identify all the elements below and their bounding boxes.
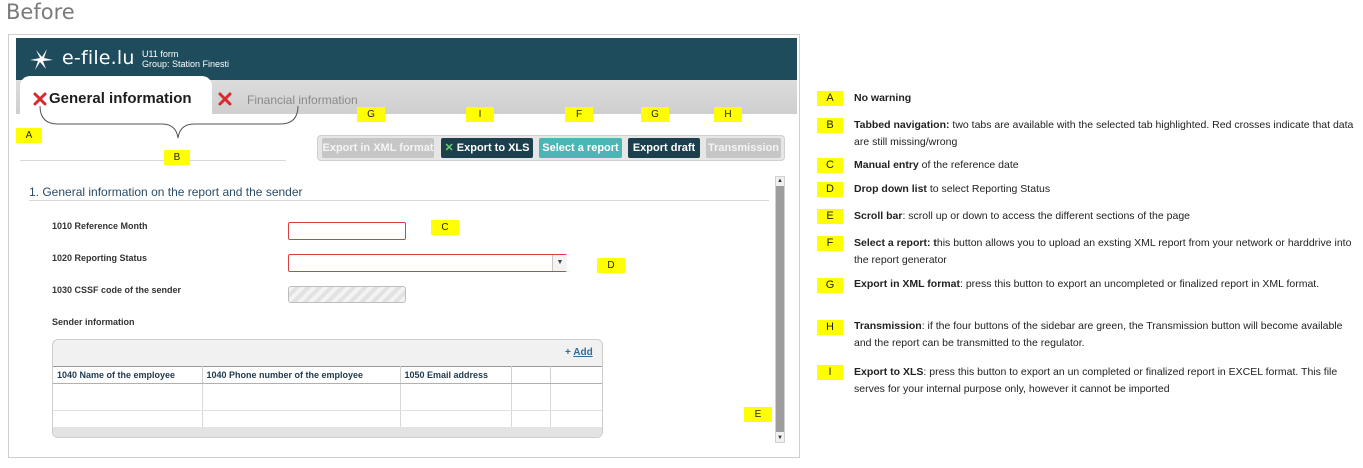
marker-a: A	[16, 128, 42, 143]
marker-d: D	[597, 258, 625, 273]
form-info: U11 form Group: Station Finesti	[142, 49, 229, 69]
column-header	[550, 366, 602, 384]
add-button[interactable]: + Add	[565, 347, 593, 358]
marker-g: G	[357, 107, 385, 122]
marker-i: I	[466, 107, 494, 122]
table-header-row: 1040 Name of the employee 1040 Phone num…	[53, 366, 602, 384]
content-divider	[20, 160, 286, 161]
logo-text: e-file.lu	[62, 47, 135, 69]
legend-item: Select a report: this button allows you …	[854, 237, 1352, 266]
column-header: 1040 Name of the employee	[53, 366, 203, 384]
reporting-status-label: 1020 Reporting Status	[52, 253, 148, 263]
legend-key: B	[817, 118, 843, 133]
group-name: Group: Station Finesti	[142, 59, 230, 69]
legend-item: No warning	[854, 92, 912, 104]
export-draft-button[interactable]: Export draft	[628, 138, 700, 158]
column-header: 1040 Phone number of the employee	[202, 366, 401, 384]
sender-information-label: Sender information	[52, 317, 135, 327]
legend-key: H	[817, 320, 843, 335]
chevron-down-icon[interactable]: ▼	[776, 434, 784, 442]
legend-key: F	[817, 236, 843, 251]
legend-item: Drop down list to select Reporting Statu…	[854, 183, 1051, 195]
legend-key: D	[817, 182, 843, 197]
legend-key: G	[817, 278, 843, 293]
table-row[interactable]	[53, 383, 602, 411]
cssf-code-label: 1030 CSSF code of the sender	[52, 285, 182, 295]
add-label: Add	[573, 347, 593, 358]
legend-item: Scroll bar: scroll up or down to access …	[854, 210, 1190, 222]
logo-icon	[30, 49, 53, 70]
cssf-code-field	[288, 286, 406, 303]
marker-g: G	[641, 107, 669, 122]
legend-item: Manual entry of the reference date	[854, 159, 1019, 171]
excel-icon: ✕	[444, 142, 454, 154]
reference-month-input[interactable]	[288, 222, 406, 240]
tabs-brace-annotation	[39, 105, 299, 139]
column-header	[511, 366, 551, 384]
employee-table: 1040 Name of the employee 1040 Phone num…	[53, 366, 602, 428]
marker-c: C	[431, 220, 459, 235]
select-report-button[interactable]: Select a report	[539, 138, 622, 158]
transmission-button[interactable]: Transmission	[706, 138, 781, 158]
marker-e: E	[744, 407, 772, 422]
section-title: 1. General information on the report and…	[29, 185, 303, 199]
column-header: 1050 Email address	[400, 366, 512, 384]
export-xls-label: Export to XLS	[456, 142, 530, 154]
plus-icon: +	[565, 347, 571, 358]
legend-item: Export in XML format: press this button …	[854, 278, 1320, 290]
legend-key: E	[817, 209, 843, 224]
export-xls-button[interactable]: ✕ Export to XLS	[441, 138, 533, 158]
scrollbar-thumb[interactable]	[776, 186, 784, 432]
legend-item: Tabbed navigation: two tabs are availabl…	[854, 119, 1354, 148]
marker-f: F	[565, 107, 593, 122]
page-heading: Before	[6, 0, 75, 24]
reporting-status-select[interactable]	[288, 254, 567, 272]
chevron-up-icon[interactable]: ▲	[776, 177, 784, 185]
legend-item: Export to XLS: press this button to expo…	[854, 366, 1338, 395]
form-name: U11 form	[142, 49, 179, 59]
legend-key: C	[817, 158, 843, 173]
marker-h: H	[714, 107, 742, 122]
legend-key: A	[817, 91, 843, 106]
section-divider	[29, 200, 769, 201]
panel-footer	[53, 427, 602, 437]
chevron-down-icon[interactable]: ▼	[552, 255, 567, 271]
legend-item: Transmission: if the four buttons of the…	[854, 320, 1343, 349]
legend-key: I	[817, 365, 843, 380]
marker-b: B	[164, 150, 190, 165]
reference-month-label: 1010 Reference Month	[52, 221, 148, 231]
export-xml-button[interactable]: Export in XML format	[322, 138, 434, 158]
table-row[interactable]	[53, 410, 602, 428]
